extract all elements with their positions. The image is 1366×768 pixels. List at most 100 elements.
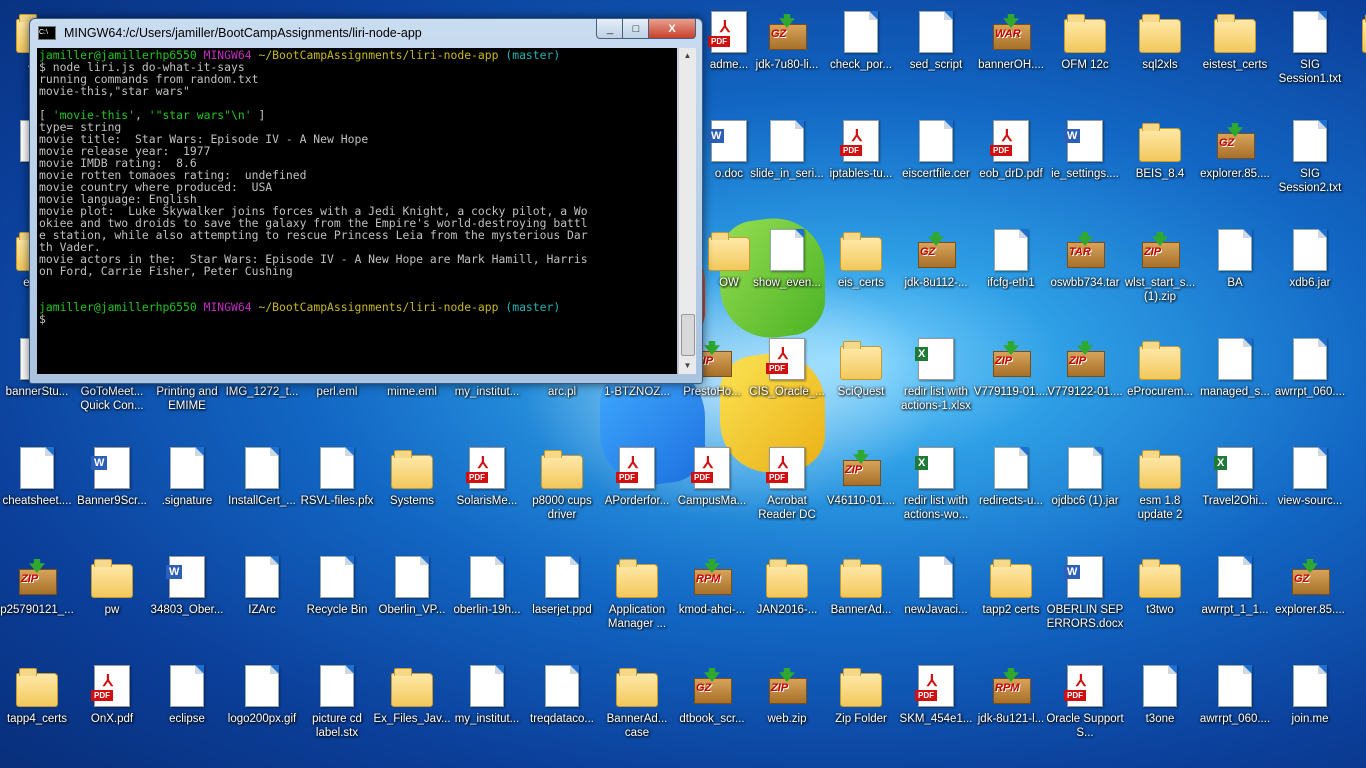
desktop-icon[interactable]: ⅄ PDF Oracle Support S... — [1046, 660, 1124, 760]
desktop-icon[interactable]: sed_script — [899, 6, 973, 106]
desktop-icon[interactable]: ZIP V779119-01.... — [974, 333, 1048, 433]
terminal-output[interactable]: jamiller@jamillerhp6550 MINGW64 ~/BootCa… — [37, 48, 677, 374]
desktop-icon[interactable]: logo200px.gif — [225, 660, 299, 760]
desktop-icon[interactable]: OFM 12c — [1048, 6, 1122, 106]
desktop-icon[interactable]: BannerAd... case — [600, 660, 674, 760]
desktop-icon[interactable]: GZ jdk-8u112-... — [899, 224, 973, 324]
desktop-icon[interactable]: Zip Folder — [824, 660, 898, 760]
desktop-icon[interactable]: Ex_Files_Jav... — [373, 660, 451, 760]
desktop-icon[interactable]: ⅄ PDF iptables-tu... — [824, 115, 898, 215]
desktop-icon[interactable]: managed_s... — [1198, 333, 1272, 433]
desktop-icon[interactable]: TAR oswbb734.tar — [1048, 224, 1122, 324]
desktop-icon[interactable]: treqdataco... — [525, 660, 599, 760]
desktop-icon[interactable]: sql2xls — [1123, 6, 1197, 106]
desktop-icon[interactable]: show_even... — [750, 224, 824, 324]
desktop-icon[interactable]: ifcfg-eth1 — [974, 224, 1048, 324]
desktop-icon[interactable]: ZIP V46110-01.... — [824, 442, 898, 542]
desktop-icon[interactable]: W OBERLIN SEP ERRORS.docx — [1047, 551, 1123, 651]
desktop-icon[interactable]: ⅄ PDF Acrobat Reader DC — [750, 442, 824, 542]
maximize-button[interactable]: □ — [622, 19, 650, 39]
desktop-icon[interactable]: SciQuest — [824, 333, 898, 433]
desktop-icon[interactable]: xdb6.jar — [1273, 224, 1347, 324]
scroll-down-icon[interactable]: ▼ — [679, 358, 696, 374]
desktop-icon[interactable]: ZIP V779122-01.... — [1047, 333, 1123, 433]
desktop-icon[interactable]: ⅄ PDF OnX.pdf — [75, 660, 149, 760]
desktop-icon[interactable]: awrrpt_060.... — [1273, 333, 1347, 433]
desktop-icon[interactable]: pw — [75, 551, 149, 651]
desktop-icon[interactable]: ⅄ PDF SKM_454e1... — [899, 660, 973, 760]
desktop-icon[interactable]: Systems — [375, 442, 449, 542]
desktop-icon[interactable]: ⅄ PDF SolarisMe... — [450, 442, 524, 542]
desktop-icon[interactable]: eclipse — [150, 660, 224, 760]
desktop-icon[interactable]: eiscertfile.cer — [899, 115, 973, 215]
minimize-button[interactable]: _ — [596, 19, 624, 39]
desktop-icon[interactable]: ⅄ PDF eob_drD.pdf — [974, 115, 1048, 215]
desktop-icon[interactable]: slide_in_seri... — [750, 115, 824, 215]
desktop-icon[interactable]: ZIP web.zip — [750, 660, 824, 760]
desktop-icon[interactable]: redirects-u... — [974, 442, 1048, 542]
desktop-icon[interactable]: cheatsheet.... — [0, 442, 74, 542]
desktop-icon[interactable]: BA — [1198, 224, 1272, 324]
desktop-icon[interactable]: ⅄ PDF CIS_Oracle_... — [749, 333, 825, 433]
desktop-icon[interactable]: W 34803_Ober... — [150, 551, 224, 651]
desktop-icon[interactable]: tapp4_certs — [0, 660, 74, 760]
desktop-icon[interactable]: WAR bannerOH.... — [974, 6, 1048, 106]
desktop-icon[interactable]: join.me — [1273, 660, 1347, 760]
desktop-icon[interactable]: SIG Session1.txt — [1273, 6, 1347, 106]
desktop-icon[interactable]: Xredir list with actions-1.xlsx — [899, 333, 973, 433]
scroll-up-icon[interactable]: ▲ — [679, 48, 696, 64]
desktop-icon[interactable]: ZIP p25790121_... — [0, 551, 74, 651]
desktop-icon[interactable]: ⅄ PDF APorderfor... — [600, 442, 674, 542]
desktop-icon[interactable]: X Travel2Ohi... — [1198, 442, 1272, 542]
desktop-icon[interactable]: p8000 cups driver — [525, 442, 599, 542]
window-titlebar[interactable]: C:\ MINGW64:/c/Users/jamiller/BootCampAs… — [30, 19, 702, 47]
desktop-icon[interactable]: laserjet.ppd — [525, 551, 599, 651]
desktop-icon[interactable]: esm 1.8 update 2 — [1123, 442, 1197, 542]
vertical-scrollbar[interactable]: ▲ ▼ — [678, 48, 696, 374]
desktop-icon[interactable]: newJavaci... — [899, 551, 973, 651]
desktop-icon[interactable]: RPM kmod-ahci-... — [675, 551, 749, 651]
desktop-icon[interactable]: InstallCert_... — [225, 442, 299, 542]
scroll-thumb[interactable] — [681, 314, 695, 356]
desktop-icon[interactable]: Recycle Bin — [300, 551, 374, 651]
close-button[interactable]: X — [648, 19, 696, 39]
desktop-icon[interactable]: GZ explorer.85.... — [1273, 551, 1347, 651]
desktop-icon[interactable]: t3one — [1123, 660, 1197, 760]
desktop-icon[interactable]: RSVL-files.pfx — [300, 442, 374, 542]
desktop-icon[interactable]: Xredir list with actions-wo... — [899, 442, 973, 542]
desktop-icon[interactable]: Application Manager ... — [600, 551, 674, 651]
desktop-icon[interactable]: picture cd label.stx — [300, 660, 374, 760]
desktop-icon[interactable]: Wie_settings.... — [1048, 115, 1122, 215]
terminal-window[interactable]: C:\ MINGW64:/c/Users/jamiller/BootCampAs… — [29, 18, 703, 384]
desktop-icon[interactable]: JAN2016-... — [750, 551, 824, 651]
desktop-icon[interactable]: awrrpt_060.... — [1198, 660, 1272, 760]
desktop-icon[interactable]: eistest_certs — [1198, 6, 1272, 106]
desktop-icon[interactable]: my_institut... — [450, 660, 524, 760]
desktop-icon[interactable]: IZArc — [225, 551, 299, 651]
desktop-icon[interactable]: eProcurem... — [1123, 333, 1197, 433]
desktop-icon[interactable]: ssc — [1346, 551, 1366, 651]
desktop-icon[interactable]: view-sourc... — [1273, 442, 1347, 542]
desktop-icon[interactable]: GZ jdk-7u80-li... — [750, 6, 824, 106]
desktop-icon[interactable]: oberlin-19h... — [450, 551, 524, 651]
desktop-icon[interactable]: awrrpt_1_1... — [1198, 551, 1272, 651]
desktop-icon[interactable]: ZIP wlst_start_s... (1).zip — [1123, 224, 1197, 324]
desktop-icon[interactable]: Se — [1346, 115, 1366, 215]
desktop-icon[interactable]: W Banner9Scr... — [75, 442, 149, 542]
desktop-icon[interactable]: GZ explorer.85.... — [1198, 115, 1272, 215]
desktop-icon[interactable]: BannerAd... — [824, 551, 898, 651]
desktop-icon[interactable]: .signature — [150, 442, 224, 542]
desktop-icon[interactable]: eis_certs — [824, 224, 898, 324]
desktop-icon[interactable]: ojdbc6 (1).jar — [1048, 442, 1122, 542]
desktop-icon[interactable]: ta — [1346, 333, 1366, 433]
desktop-icon[interactable]: te — [1346, 442, 1366, 542]
desktop-icon[interactable]: RPM jdk-8u121-l... — [974, 660, 1048, 760]
desktop-icon[interactable]: GZ dtbook_scr... — [675, 660, 749, 760]
desktop-icon[interactable]: check_por... — [824, 6, 898, 106]
desktop-icon[interactable]: BEIS_8.4 — [1123, 115, 1197, 215]
desktop-icon[interactable]: t5 — [1346, 6, 1366, 106]
desktop-icon[interactable]: ⅄ PDF CampusMa... — [675, 442, 749, 542]
desktop-icon[interactable]: Oberlin_VP... — [375, 551, 449, 651]
desktop-icon[interactable]: SIG Session2.txt — [1273, 115, 1347, 215]
desktop-icon[interactable]: tapp2 certs — [974, 551, 1048, 651]
